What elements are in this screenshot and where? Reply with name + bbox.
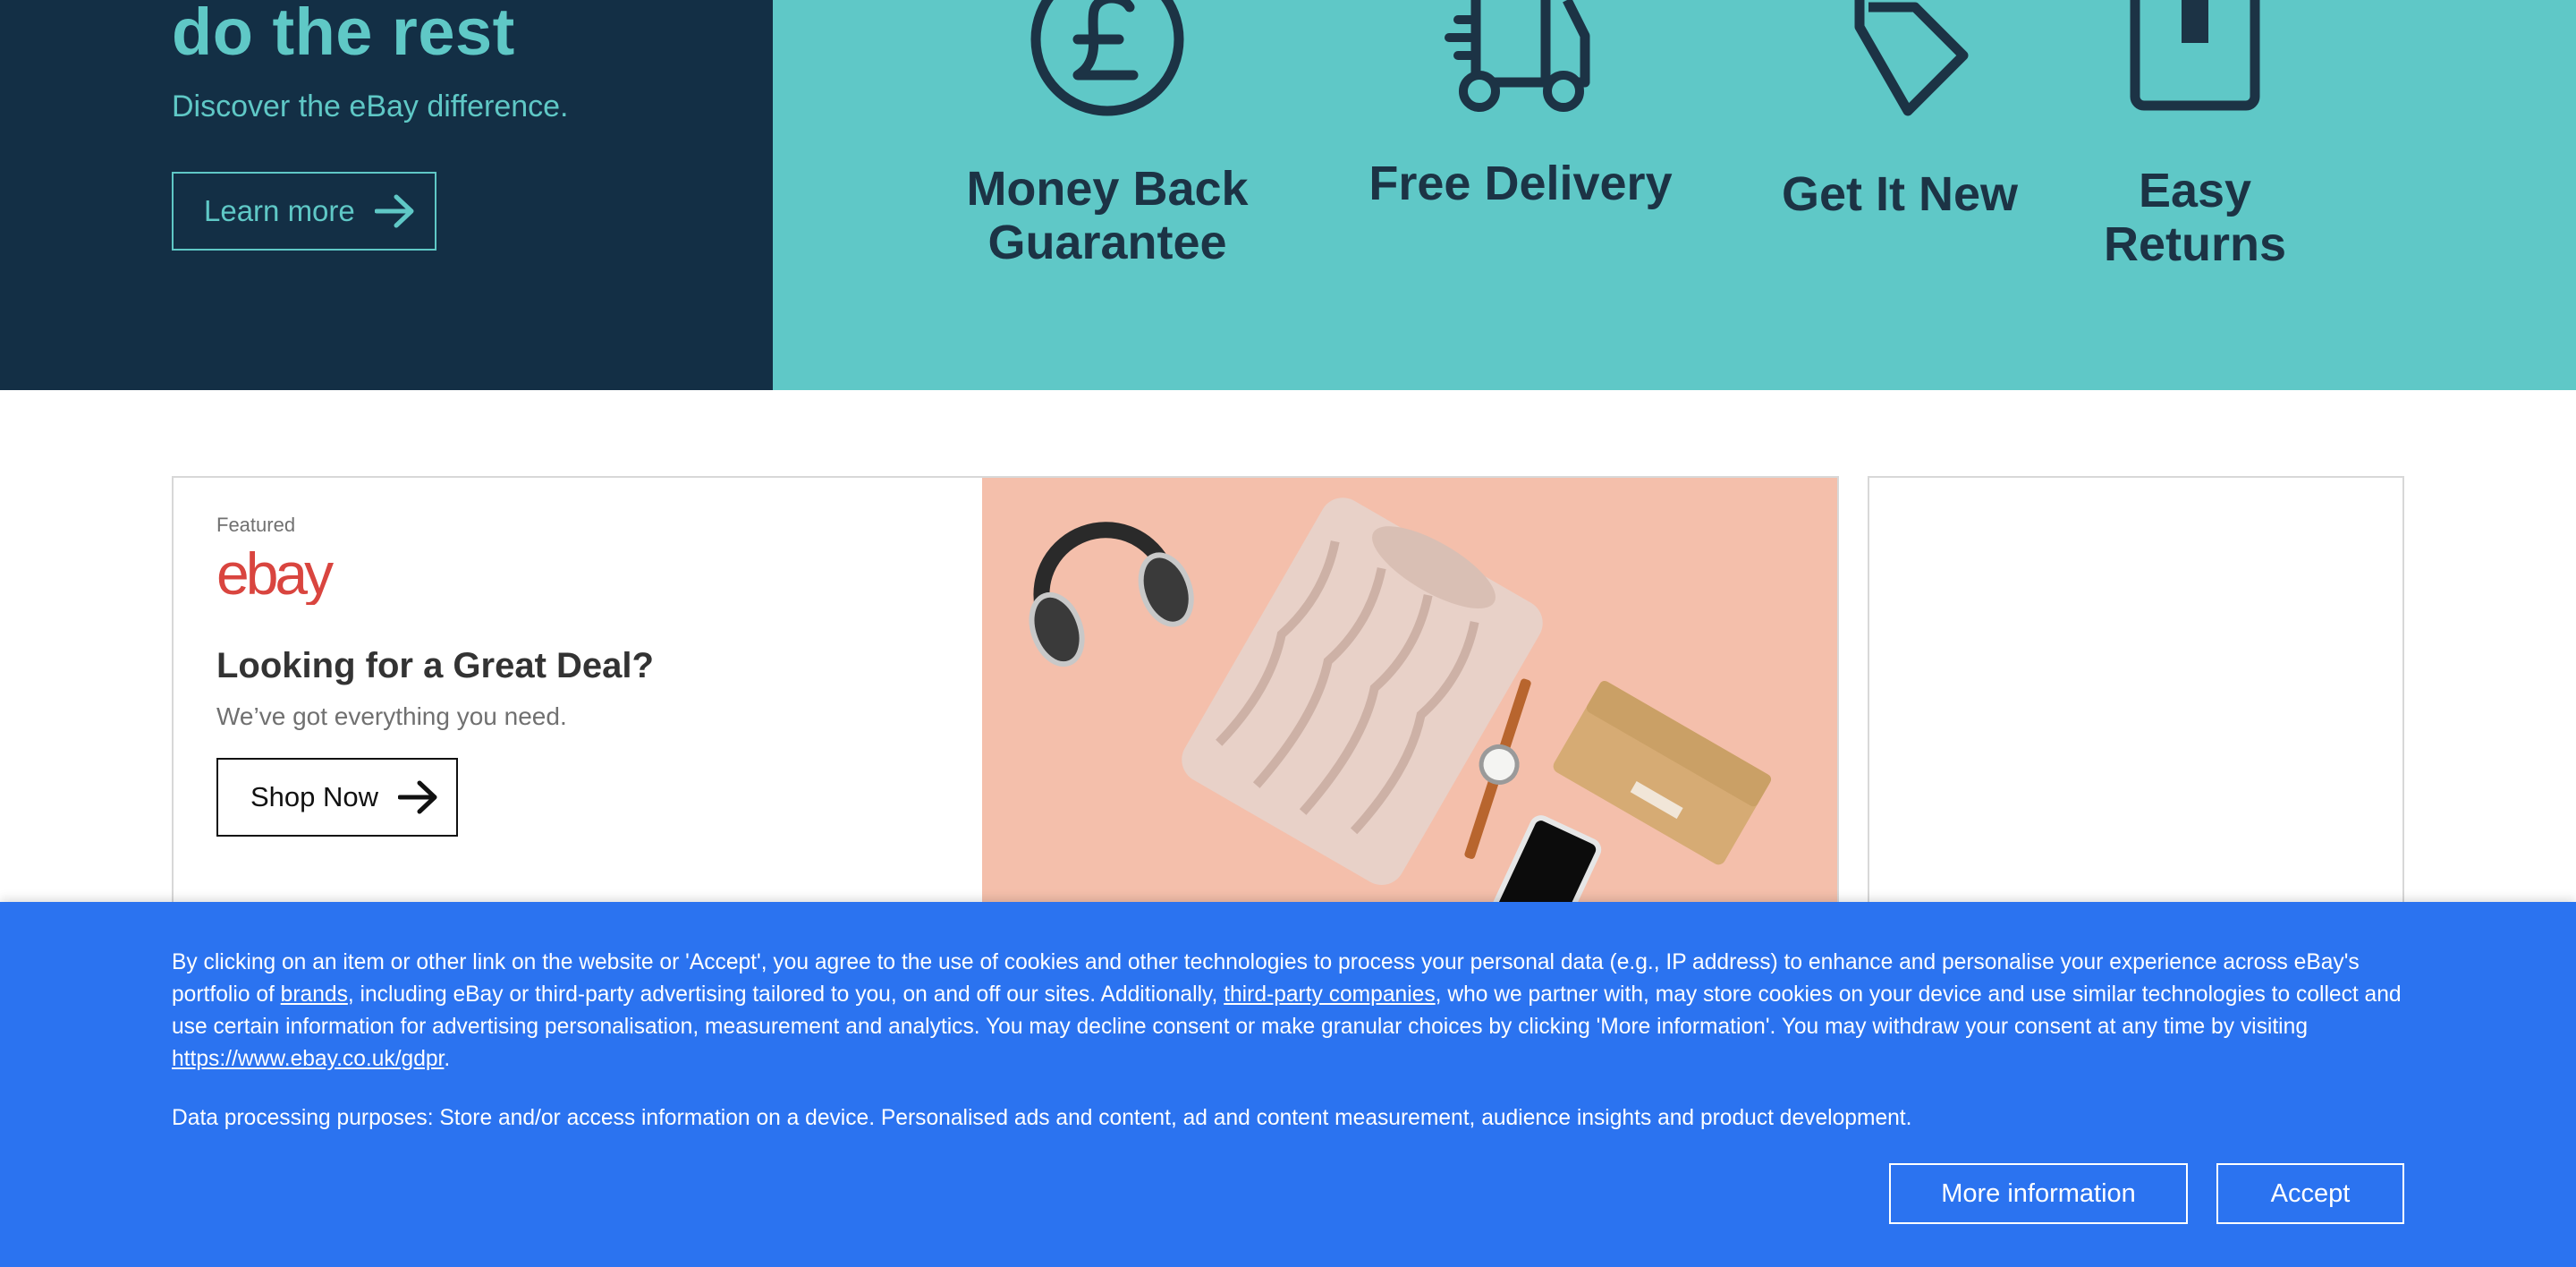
featured-product-image[interactable] [982, 478, 1837, 940]
hero-subtitle: Discover the eBay difference. [172, 89, 569, 123]
price-tag-icon [1739, 0, 2061, 139]
hero-headline: do the rest [172, 0, 515, 69]
feature-label: Money Back Guarantee [966, 162, 1249, 269]
feature-get-it-new: Get It New [1739, 0, 2061, 221]
feature-label: Easy Returns [2103, 164, 2287, 271]
featured-subtitle: We’ve got everything you need. [216, 702, 567, 730]
shop-now-button[interactable]: Shop Now [216, 758, 458, 837]
more-information-button[interactable]: More information [1889, 1163, 2188, 1224]
feature-label: Get It New [1781, 167, 2019, 221]
featured-title: Looking for a Great Deal? [216, 646, 654, 685]
svg-text:ebay: ebay [216, 549, 334, 605]
learn-more-label: Learn more [204, 194, 355, 227]
sweater-image [1182, 497, 1543, 886]
arrow-right-icon [398, 780, 439, 814]
headphones-image [1029, 522, 1194, 668]
arrow-right-icon [374, 194, 416, 228]
data-processing-purposes: Data processing purposes: Store and/or a… [172, 1106, 1912, 1130]
cookie-consent-banner: By clicking on an item or other link on … [0, 902, 2576, 1267]
cookie-text-part: . [444, 1047, 451, 1071]
shop-now-label: Shop Now [250, 781, 379, 812]
feature-money-back: Money Back Guarantee [946, 0, 1268, 269]
hero-left-panel: do the rest Discover the eBay difference… [0, 0, 773, 390]
feature-easy-returns: Easy Returns [2061, 0, 2329, 271]
side-ad-card [1868, 476, 2404, 941]
third-party-companies-link[interactable]: third-party companies [1224, 982, 1435, 1007]
pound-circle-icon [946, 0, 1268, 130]
hero-banner: do the rest Discover the eBay difference… [0, 0, 2576, 390]
brands-link[interactable]: brands [281, 982, 348, 1007]
return-box-icon [2061, 0, 2329, 139]
featured-text-block: Featured ebay Looking for a Great Deal? … [216, 514, 654, 837]
ebay-logo: ebay [216, 540, 654, 614]
feature-label: Free Delivery [1368, 157, 1673, 210]
accept-button[interactable]: Accept [2216, 1163, 2404, 1224]
featured-promo-card[interactable]: Featured ebay Looking for a Great Deal? … [172, 476, 1839, 941]
delivery-truck-icon [1333, 0, 1708, 130]
learn-more-button[interactable]: Learn more [172, 172, 436, 251]
gdpr-link[interactable]: https://www.ebay.co.uk/gdpr [172, 1047, 444, 1071]
featured-tag: Featured [216, 514, 296, 536]
hero-features-panel: Money Back Guarantee Free Delivery Get I… [773, 0, 2576, 390]
cookie-consent-text: By clicking on an item or other link on … [172, 947, 2408, 1076]
feature-free-delivery: Free Delivery [1333, 0, 1708, 210]
cookie-text-part: , including eBay or third-party advertis… [347, 982, 1224, 1007]
